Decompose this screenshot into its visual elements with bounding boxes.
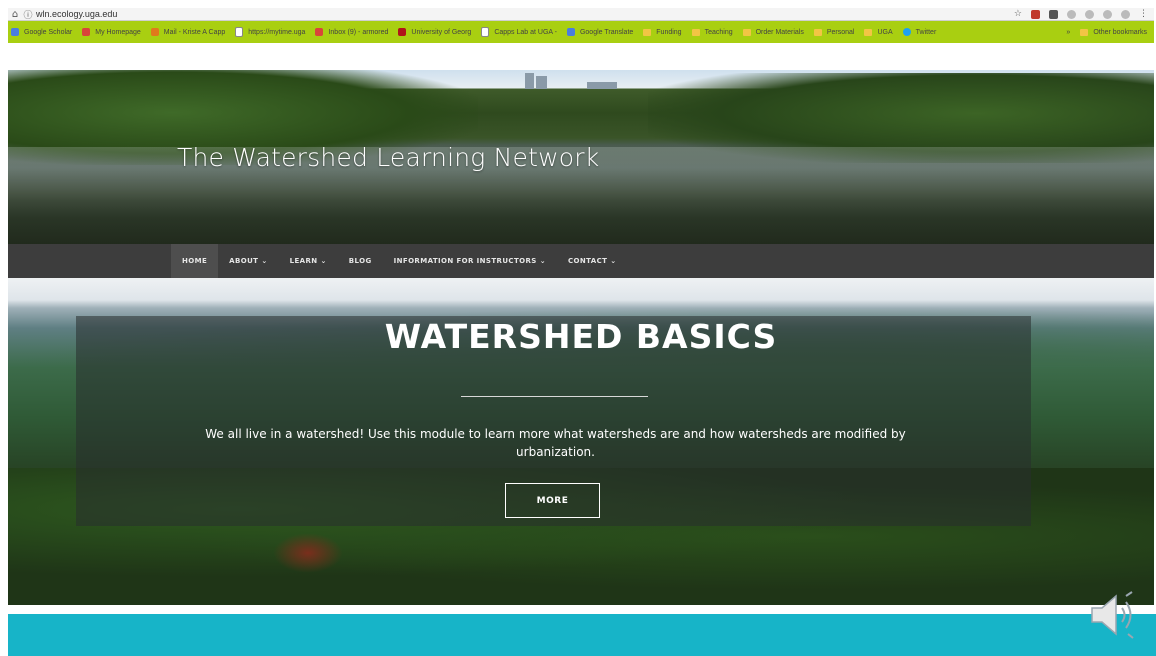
nav-home[interactable]: HOME (171, 244, 219, 278)
nav-blog[interactable]: BLOG (338, 244, 383, 278)
bookmark-mytime[interactable]: https://mytime.uga (232, 27, 312, 37)
bookmark-label: UGA (877, 28, 893, 36)
folder-icon (864, 28, 873, 36)
banner-red-foliage (273, 533, 343, 573)
page-icon (235, 27, 244, 37)
extension-icon[interactable] (1031, 9, 1040, 19)
extension-icon[interactable] (1049, 9, 1058, 19)
bookmark-label: Twitter (915, 28, 937, 36)
nav-learn[interactable]: LEARN ⌄ (279, 244, 338, 278)
bookmark-folder-teaching[interactable]: Teaching (689, 28, 740, 36)
homepage-icon (82, 28, 91, 36)
chevron-down-icon: ⌄ (320, 257, 327, 265)
chevron-down-icon: ⌄ (539, 257, 546, 265)
bookmark-capps-lab[interactable]: Capps Lab at UGA - (478, 27, 564, 37)
banner-heading: WATERSHED BASICS (384, 317, 778, 356)
folder-icon (1080, 28, 1089, 36)
home-icon[interactable]: ⌂ (8, 9, 22, 20)
more-button[interactable]: MORE (505, 483, 600, 518)
nav-label: ABOUT (229, 257, 259, 265)
url-field[interactable]: wln.ecology.uga.edu (34, 9, 1014, 19)
bookmark-label: https://mytime.uga (248, 28, 306, 36)
bookmark-label: Funding (656, 28, 682, 36)
bookmark-folder-uga[interactable]: UGA (861, 28, 899, 36)
banner-description: We all live in a watershed! Use this mod… (205, 427, 906, 459)
speaker-icon-shape (1091, 591, 1134, 639)
banner-divider (461, 396, 648, 397)
bookmark-label: My Homepage (95, 28, 141, 36)
gmail-icon (315, 28, 324, 36)
bookmarks-bar: Google Scholar My Homepage Mail - Kriste… (8, 21, 1154, 43)
bookmark-label: Other bookmarks (1093, 28, 1147, 36)
bookmark-google-scholar[interactable]: Google Scholar (8, 28, 79, 36)
nav-label: LEARN (289, 257, 318, 265)
nav-menu: HOME ABOUT ⌄ LEARN ⌄ BLOG INFORMATION FOR … (171, 244, 628, 278)
bookmark-inbox[interactable]: Inbox (9) - armored (312, 28, 395, 36)
bookmark-my-homepage[interactable]: My Homepage (79, 28, 148, 36)
other-bookmarks-folder[interactable]: Other bookmarks (1077, 28, 1154, 36)
bookmark-twitter[interactable]: Twitter (900, 28, 944, 36)
bookmark-folder-personal[interactable]: Personal (811, 28, 862, 36)
bookmark-label: Personal (826, 28, 855, 36)
bookmark-folder-funding[interactable]: Funding (640, 28, 688, 36)
bookmark-university-of-georgia[interactable]: University of Georg (395, 28, 478, 36)
uga-icon (398, 28, 407, 36)
hero-header: The Watershed Learning Network (8, 43, 1154, 244)
extensions-area: ☆ ⋮ (1014, 9, 1154, 19)
nav-information-for-instructors[interactable]: INFORMATION FOR INSTRUCTORS ⌄ (383, 244, 557, 278)
bookmark-label: Google Translate (579, 28, 634, 36)
nav-contact[interactable]: CONTACT ⌄ (557, 244, 628, 278)
bookmark-label: Google Scholar (24, 28, 73, 36)
folder-icon (643, 28, 652, 36)
feature-banner: WATERSHED BASICS We all live in a waters… (8, 278, 1154, 605)
folder-icon (813, 28, 822, 36)
extension-icon[interactable] (1121, 9, 1130, 19)
address-bar: ⌂ ⓘ wln.ecology.uga.edu ☆ ⋮ (8, 8, 1154, 21)
chevron-down-icon: ⌄ (610, 257, 617, 265)
bookmark-label: University of Georg (411, 28, 472, 36)
speaker-icon[interactable] (1086, 588, 1138, 642)
mail-icon (150, 28, 159, 36)
google-scholar-icon (11, 28, 19, 36)
bookmark-label: Inbox (9) - armored (328, 28, 389, 36)
translate-icon (566, 28, 575, 36)
info-icon[interactable]: ⓘ (22, 8, 34, 21)
nav-about[interactable]: ABOUT ⌄ (218, 244, 278, 278)
main-nav: HOME ABOUT ⌄ LEARN ⌄ BLOG INFORMATION FOR … (8, 244, 1154, 278)
hero-buildings (525, 73, 625, 89)
bookmark-label: Order Materials (755, 28, 804, 36)
extension-icon[interactable] (1067, 9, 1076, 19)
chevron-down-icon: ⌄ (261, 257, 268, 265)
bookmark-label: Teaching (704, 28, 733, 36)
nav-label: CONTACT (567, 257, 608, 265)
nav-label: HOME (182, 257, 208, 265)
nav-label: BLOG (348, 257, 372, 265)
extension-icon[interactable] (1085, 9, 1094, 19)
menu-icon[interactable]: ⋮ (1139, 9, 1148, 19)
twitter-icon (902, 28, 911, 36)
site-title[interactable]: The Watershed Learning Network (177, 143, 599, 172)
website: The Watershed Learning Network HOME ABOU… (8, 43, 1154, 605)
nav-label: INFORMATION FOR INSTRUCTORS (393, 257, 537, 265)
bookmarks-right: » Other bookmarks (1063, 28, 1154, 36)
page-icon (481, 27, 490, 37)
folder-icon (742, 28, 751, 36)
bookmarks-overflow-button[interactable]: » (1063, 29, 1077, 36)
bookmark-folder-order-materials[interactable]: Order Materials (740, 28, 811, 36)
bookmark-mail[interactable]: Mail - Kriste A Capp (148, 28, 232, 36)
star-icon[interactable]: ☆ (1014, 9, 1022, 19)
bookmark-label: Capps Lab at UGA - (494, 28, 557, 36)
folder-icon (691, 28, 700, 36)
footer-band (8, 614, 1156, 656)
bookmark-google-translate[interactable]: Google Translate (564, 28, 640, 36)
bookmark-label: Mail - Kriste A Capp (163, 28, 226, 36)
extension-icon[interactable] (1103, 9, 1112, 19)
chevron-double-right-icon: » (1066, 28, 1071, 36)
